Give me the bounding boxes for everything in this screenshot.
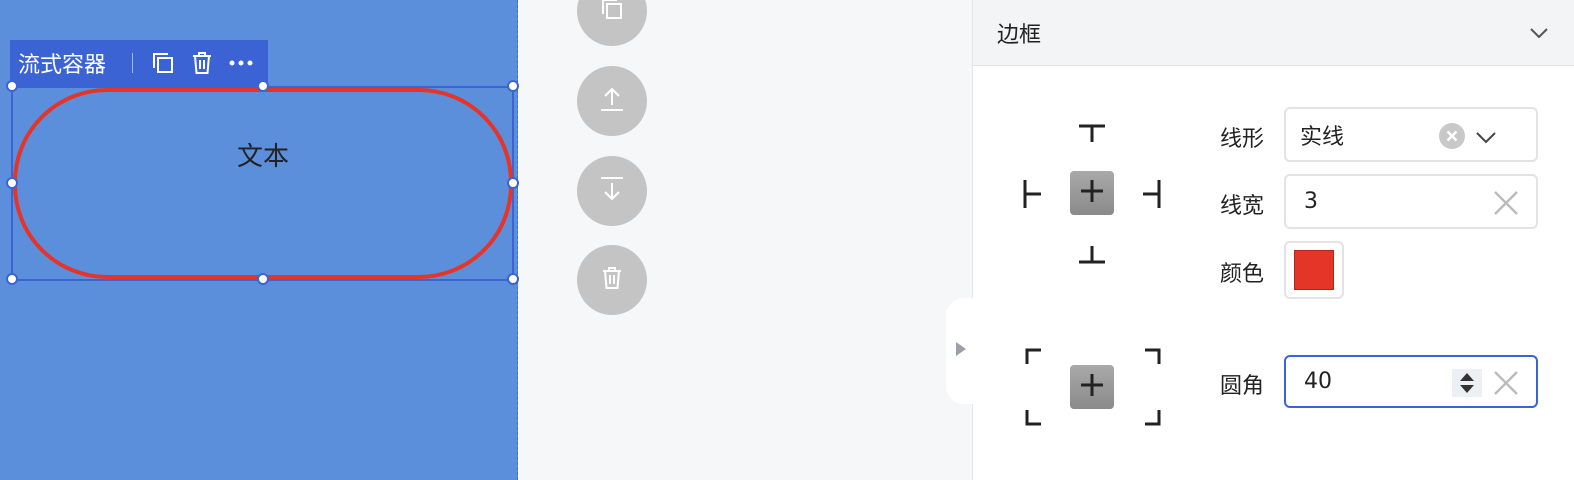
design-canvas[interactable]: 流式容器 文本 bbox=[0, 0, 519, 480]
move-up-button[interactable] bbox=[577, 66, 647, 136]
stepper-icon[interactable] bbox=[1452, 369, 1482, 397]
plus-icon bbox=[1079, 372, 1105, 402]
border-section-header[interactable]: 边框 bbox=[973, 0, 1574, 66]
line-style-label: 线形 bbox=[1220, 127, 1265, 152]
border-left-icon[interactable] bbox=[1023, 180, 1041, 212]
border-top-icon[interactable] bbox=[1079, 124, 1105, 146]
component-type-label: 流式容器 bbox=[18, 53, 107, 78]
chevron-down-icon[interactable] bbox=[1476, 129, 1496, 148]
corner-bottom-right-icon[interactable] bbox=[1145, 410, 1161, 430]
resize-handle-top-left[interactable] bbox=[6, 80, 18, 92]
text-component[interactable]: 文本 bbox=[17, 136, 509, 173]
copy-icon bbox=[599, 0, 625, 26]
color-swatch bbox=[1294, 250, 1334, 290]
line-width-label: 线宽 bbox=[1220, 194, 1265, 219]
radius-label: 圆角 bbox=[1220, 374, 1265, 399]
corner-top-right-icon[interactable] bbox=[1145, 348, 1161, 368]
property-panel: 边框 线形 实线 线宽 3 颜色 圆角 40 bbox=[972, 0, 1574, 480]
clear-icon[interactable] bbox=[1439, 123, 1465, 153]
line-style-select[interactable]: 实线 bbox=[1284, 107, 1538, 162]
corner-top-left-icon[interactable] bbox=[1025, 348, 1041, 368]
color-picker[interactable] bbox=[1284, 241, 1344, 299]
move-down-icon bbox=[599, 176, 625, 206]
resize-handle-left[interactable] bbox=[6, 177, 18, 189]
color-label: 颜色 bbox=[1220, 262, 1265, 287]
radius-input[interactable]: 40 bbox=[1284, 355, 1538, 408]
delete-button[interactable] bbox=[577, 245, 647, 315]
more-icon[interactable] bbox=[229, 50, 254, 76]
component-toolbar: 流式容器 bbox=[10, 40, 268, 86]
section-title: 边框 bbox=[997, 22, 1042, 48]
radius-value: 40 bbox=[1304, 369, 1332, 394]
resize-handle-right[interactable] bbox=[507, 177, 519, 189]
close-icon[interactable] bbox=[1494, 191, 1518, 219]
move-up-icon bbox=[599, 86, 625, 116]
resize-handle-bottom-right[interactable] bbox=[507, 273, 519, 285]
border-right-icon[interactable] bbox=[1143, 180, 1161, 212]
resize-handle-bottom-left[interactable] bbox=[6, 273, 18, 285]
resize-handle-top-right[interactable] bbox=[507, 80, 519, 92]
flow-container[interactable]: 文本 bbox=[13, 88, 513, 279]
border-all-sides-button[interactable] bbox=[1070, 171, 1114, 215]
resize-handle-top[interactable] bbox=[257, 80, 269, 92]
border-bottom-icon[interactable] bbox=[1079, 246, 1105, 268]
trash-icon[interactable] bbox=[190, 50, 215, 76]
caret-right-icon bbox=[955, 341, 967, 361]
corner-bottom-left-icon[interactable] bbox=[1025, 410, 1041, 430]
line-width-value: 3 bbox=[1304, 189, 1318, 214]
move-down-button[interactable] bbox=[577, 156, 647, 226]
toolbar-divider bbox=[131, 53, 133, 73]
line-width-input[interactable]: 3 bbox=[1284, 174, 1538, 229]
resize-handle-bottom[interactable] bbox=[257, 273, 269, 285]
panel-collapse-tab[interactable] bbox=[946, 298, 986, 404]
chevron-down-icon[interactable] bbox=[1530, 23, 1548, 42]
copy-button[interactable] bbox=[577, 0, 647, 46]
corner-all-button[interactable] bbox=[1070, 365, 1114, 409]
line-style-value: 实线 bbox=[1300, 124, 1345, 150]
plus-icon bbox=[1079, 178, 1105, 208]
delete-icon bbox=[601, 266, 623, 294]
close-icon[interactable] bbox=[1494, 371, 1518, 399]
copy-icon[interactable] bbox=[151, 50, 176, 76]
